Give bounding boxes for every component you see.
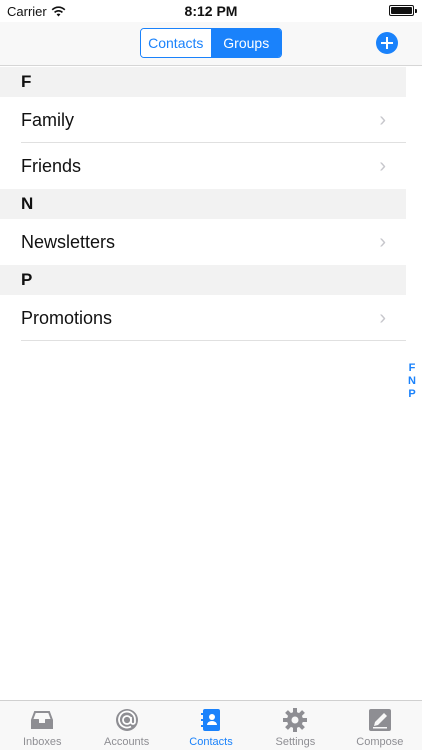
list-item-friends[interactable]: Friends › — [0, 143, 406, 189]
list-item-family[interactable]: Family › — [0, 97, 406, 143]
chevron-right-icon: › — [379, 154, 386, 177]
index-letter-p[interactable]: P — [408, 388, 415, 400]
tab-contacts[interactable]: Contacts — [169, 701, 253, 750]
section-header-p: P — [0, 265, 406, 295]
tab-label: Settings — [275, 736, 316, 748]
tab-inboxes[interactable]: Inboxes — [0, 701, 84, 750]
list-item-label: Newsletters — [21, 231, 116, 252]
segment-groups[interactable]: Groups — [210, 29, 281, 57]
gear-icon — [283, 708, 308, 732]
add-group-button[interactable] — [376, 32, 398, 54]
tab-label: Contacts — [189, 736, 233, 748]
compose-icon — [368, 709, 391, 731]
list-item-promotions[interactable]: Promotions › — [0, 295, 406, 341]
tab-label: Accounts — [103, 736, 150, 748]
chevron-right-icon: › — [379, 108, 386, 131]
list-item-label: Family — [21, 109, 74, 130]
section-index[interactable]: F N P — [408, 362, 416, 400]
section-header-f: F — [0, 67, 406, 97]
section-header-n: N — [0, 189, 406, 219]
chevron-right-icon: › — [379, 230, 386, 253]
contacts-book-icon — [201, 709, 221, 731]
at-icon — [115, 709, 138, 731]
tab-accounts[interactable]: Accounts — [84, 701, 168, 750]
plus-icon — [381, 37, 393, 49]
segment-contacts[interactable]: Contacts — [141, 29, 211, 57]
list-item-label: Friends — [21, 155, 82, 176]
tab-settings[interactable]: Settings — [253, 701, 337, 750]
tab-label: Compose — [356, 736, 404, 748]
tab-compose[interactable]: Compose — [338, 701, 422, 750]
groups-list: F Family › Friends › N Newsletters › P P… — [0, 67, 406, 341]
inbox-icon — [31, 711, 54, 729]
index-letter-f[interactable]: F — [409, 362, 416, 374]
chevron-right-icon: › — [379, 306, 386, 329]
battery-icon — [389, 5, 417, 16]
status-bar: Carrier 8:12 PM — [0, 0, 422, 22]
navigation-bar: Contacts Groups — [0, 22, 422, 66]
tab-bar: Inboxes Accounts Contacts Settings Compo… — [0, 700, 422, 750]
contacts-groups-segmented-control: Contacts Groups — [140, 28, 282, 58]
list-item-newsletters[interactable]: Newsletters › — [0, 219, 406, 265]
index-letter-n[interactable]: N — [408, 375, 416, 387]
list-item-label: Promotions — [21, 307, 113, 328]
tab-label: Inboxes — [22, 736, 62, 748]
status-time: 8:12 PM — [184, 3, 238, 19]
